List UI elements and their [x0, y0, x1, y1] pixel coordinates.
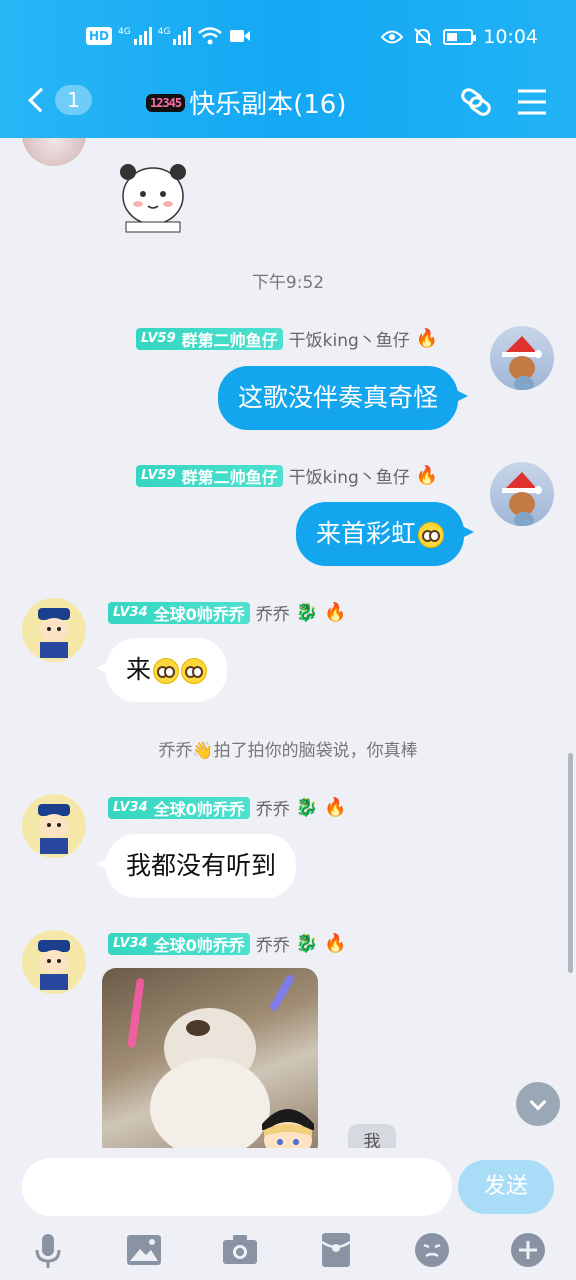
chat-area[interactable]: 下午9:52 LV59 群第二帅鱼仔 干饭king丶鱼仔 🔥 这歌没伴奏真奇怪 …: [0, 138, 576, 1148]
chat-bubble-outgoing[interactable]: 这歌没伴奏真奇怪: [218, 366, 469, 430]
message-input[interactable]: [22, 1158, 452, 1216]
sender-nickname: 干饭king丶鱼仔: [288, 331, 410, 351]
dragon-badge-icon: 🐉: [295, 602, 319, 623]
message-meta: LV59 群第二帅鱼仔 干饭king丶鱼仔 🔥: [136, 463, 438, 488]
poke-actor[interactable]: 乔乔: [158, 741, 192, 761]
level-tag: LV59 群第二帅鱼仔: [136, 327, 283, 350]
flame-icon: 🔥: [324, 602, 347, 623]
chevron-left-icon: [28, 87, 53, 113]
hd-badge: HD: [86, 27, 113, 45]
clock: 10:04: [483, 26, 538, 48]
flame-icon: 🔥: [324, 933, 347, 954]
group-name: 快乐副本(16): [189, 90, 347, 120]
pleading-face-icon: [153, 658, 180, 684]
back-button[interactable]: 1: [22, 82, 92, 118]
eye-icon: [381, 30, 404, 44]
mascot-sticker: [262, 1109, 314, 1148]
flame-icon: 🔥: [415, 465, 439, 486]
flame-icon: 🔥: [324, 797, 347, 818]
level-tag: LV34 全球0帅乔乔: [108, 932, 250, 955]
status-right: 10:04: [381, 26, 538, 48]
signal-icon-2: 4G: [158, 27, 192, 45]
send-button[interactable]: 发送: [458, 1160, 554, 1214]
sender-nickname: 乔乔: [255, 936, 290, 956]
mute-bell-icon: [414, 28, 432, 46]
wave-hand-icon: 👋: [192, 741, 214, 761]
dragon-badge-icon: 🐉: [295, 933, 319, 954]
chat-bubble-outgoing[interactable]: 来首彩虹: [296, 502, 475, 566]
title-bar: 1 12345 快乐副本(16): [0, 72, 576, 138]
image-icon[interactable]: [124, 1230, 164, 1270]
sender-nickname: 乔乔: [255, 800, 290, 820]
chat-bubble-incoming[interactable]: 我都没有听到: [95, 834, 297, 898]
dragon-badge-icon: 🐉: [295, 797, 319, 818]
group-logo: 12345: [146, 93, 186, 112]
message-meta: LV34 全球0帅乔乔 乔乔 🐉 🔥: [108, 600, 347, 625]
status-bar: HD 4G 4G 10:04: [0, 0, 576, 72]
plus-icon[interactable]: [508, 1230, 548, 1270]
message-meta: LV34 全球0帅乔乔 乔乔 🐉 🔥: [108, 795, 347, 820]
message-text: 来: [126, 655, 152, 684]
menu-icon[interactable]: [512, 82, 552, 122]
sender-avatar[interactable]: [22, 598, 86, 662]
level-tag: LV59 群第二帅鱼仔: [136, 464, 283, 487]
scroll-to-bottom-button[interactable]: [516, 1082, 560, 1126]
sender-nickname: 干饭king丶鱼仔: [288, 468, 410, 488]
system-poke-message: 乔乔👋拍了拍你的脑袋说，你真棒: [0, 736, 576, 761]
avatar-cropped[interactable]: [22, 138, 86, 166]
pleading-face-icon: [181, 658, 208, 684]
message-meta: LV34 全球0帅乔乔 乔乔 🐉 🔥: [108, 931, 347, 956]
poke-action: 拍了拍你的脑袋说，你真棒: [213, 741, 418, 761]
signal-icon: 4G: [118, 27, 152, 45]
flame-icon: 🔥: [415, 328, 439, 349]
red-packet-icon[interactable]: [316, 1230, 356, 1270]
sender-avatar[interactable]: [22, 794, 86, 858]
top-header: HD 4G 4G 10:04 1 12345 快乐副本(16): [0, 0, 576, 138]
message-text: 来首彩虹: [316, 519, 417, 548]
time-separator: 下午9:52: [251, 273, 325, 293]
battery-icon: [443, 29, 477, 45]
input-toolbar: [0, 1224, 576, 1280]
level-tag: LV34 全球0帅乔乔: [108, 601, 250, 624]
wifi-icon: [198, 27, 223, 45]
me-badge[interactable]: 我: [348, 1124, 396, 1148]
level-tag: LV34 全球0帅乔乔: [108, 796, 250, 819]
input-area: 发送: [0, 1148, 576, 1280]
my-avatar[interactable]: [490, 326, 554, 390]
message-meta: LV59 群第二帅鱼仔 干饭king丶鱼仔 🔥: [136, 326, 438, 351]
panda-sticker[interactable]: [118, 154, 188, 234]
sender-nickname: 乔乔: [255, 605, 290, 625]
share-link-icon[interactable]: [456, 82, 496, 122]
sender-avatar[interactable]: [22, 930, 86, 994]
mic-icon[interactable]: [28, 1230, 68, 1270]
emoji-icon[interactable]: [412, 1230, 452, 1270]
group-title[interactable]: 12345 快乐副本(16): [146, 84, 347, 121]
status-left: HD 4G 4G: [86, 26, 251, 46]
chat-bubble-incoming[interactable]: 来: [95, 638, 228, 702]
scrollbar[interactable]: [568, 753, 573, 973]
chevron-down-icon: [529, 1093, 547, 1110]
camera-icon[interactable]: [220, 1230, 260, 1270]
video-record-icon: [230, 30, 251, 42]
my-avatar[interactable]: [490, 462, 554, 526]
pleading-face-icon: [418, 522, 445, 548]
unread-count-badge: 1: [54, 85, 92, 115]
